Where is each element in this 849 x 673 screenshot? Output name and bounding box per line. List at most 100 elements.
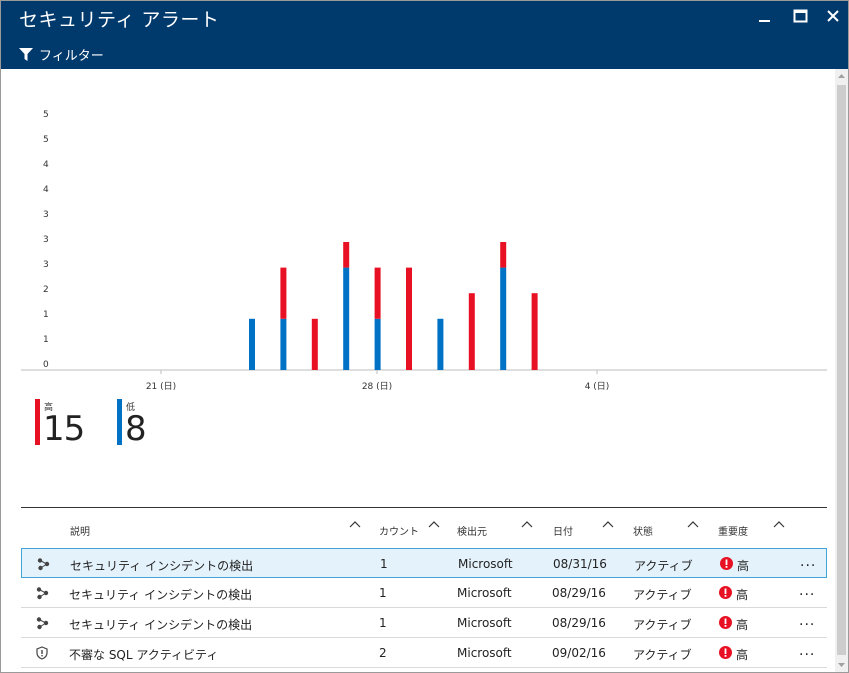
maximize-button[interactable] — [789, 5, 811, 27]
scroll-down-arrow-icon[interactable] — [835, 658, 848, 672]
incident-icon — [37, 558, 50, 571]
minimize-button[interactable] — [753, 5, 775, 27]
header-severity[interactable]: 重要度 — [718, 523, 748, 538]
bar-low — [280, 318, 287, 370]
row-description: セキュリティ インシデントの検出 — [69, 618, 253, 632]
row-date: 08/29/16 — [552, 586, 606, 600]
row-description: 不審な SQL アクティビティ — [69, 648, 219, 662]
bar-low — [249, 318, 255, 370]
table-row[interactable]: 不審な SQL アクティビティ 2 Microsoft 09/02/16 アクテ… — [21, 638, 827, 668]
sort-source-icon[interactable] — [521, 519, 533, 529]
header-description[interactable]: 説明 — [70, 523, 90, 538]
row-severity: 高 — [737, 559, 750, 573]
y-tick-label: 3 — [43, 235, 49, 245]
table-header: 説明 カウント 検出元 日付 状態 重要度 — [21, 508, 827, 548]
sort-severity-icon[interactable] — [773, 519, 785, 529]
row-severity: 高 — [736, 648, 749, 662]
row-date: 08/29/16 — [552, 616, 606, 630]
row-description: セキュリティ インシデントの検出 — [70, 559, 254, 573]
bar-high — [280, 267, 287, 319]
sort-description-icon[interactable] — [349, 519, 361, 529]
bar-low — [343, 267, 350, 370]
bar-high — [468, 293, 475, 370]
incident-icon — [36, 617, 49, 630]
sort-date-icon[interactable] — [602, 519, 614, 529]
y-tick-label: 2 — [43, 285, 49, 295]
minimize-icon — [759, 20, 770, 22]
security-alerts-blade: セキュリティ アラート フィルター 0 1 1 2 3 3 3 4 4 5 5 21 (日) 28 (日… — [0, 0, 849, 673]
row-state: アクティブ — [633, 618, 692, 632]
incident-icon — [36, 587, 49, 600]
summary-low-bar — [117, 399, 122, 445]
x-tick-label: 4 (日) — [585, 381, 610, 392]
bar-low — [437, 318, 444, 370]
filter-icon — [19, 48, 33, 61]
scroll-up-arrow-icon[interactable] — [835, 69, 848, 83]
maximize-icon — [793, 9, 808, 23]
row-date: 08/31/16 — [553, 557, 607, 571]
table-row[interactable]: セキュリティ インシデントの検出 1 Microsoft 08/31/16 アク… — [21, 548, 827, 578]
close-icon — [827, 10, 839, 22]
more-actions-button[interactable]: ... — [799, 613, 815, 629]
bar-high — [500, 242, 507, 268]
bar-high — [311, 318, 318, 370]
error-icon — [719, 586, 732, 599]
bar-high — [406, 267, 412, 370]
error-icon — [720, 557, 733, 570]
row-state: アクティブ — [634, 559, 693, 573]
row-count: 1 — [380, 557, 388, 571]
blade-title: セキュリティ アラート — [19, 9, 220, 31]
y-tick-label: 4 — [43, 160, 49, 170]
y-tick-label: 1 — [43, 310, 49, 320]
filter-label: フィルター — [39, 49, 104, 64]
bar-low — [374, 318, 381, 370]
filter-button[interactable]: フィルター — [19, 45, 104, 64]
more-actions-button[interactable]: ... — [800, 554, 816, 570]
title-bar: セキュリティ アラート フィルター — [1, 1, 848, 69]
row-state: アクティブ — [633, 588, 692, 602]
more-actions-button[interactable]: ... — [799, 643, 815, 659]
bar-high — [343, 242, 350, 268]
row-source: Microsoft — [458, 557, 513, 571]
error-icon — [719, 646, 732, 659]
row-count: 2 — [379, 646, 387, 660]
x-tick-label: 21 (日) — [146, 381, 176, 392]
vertical-scrollbar[interactable] — [835, 69, 848, 672]
bar-low — [500, 267, 507, 370]
alerts-chart: 0 1 1 2 3 3 3 4 4 5 5 21 (日) 28 (日) 4 (日) — [21, 110, 827, 392]
bar-high — [531, 293, 538, 370]
summary-low-count: 8 — [125, 409, 147, 449]
alerts-table: 説明 カウント 検出元 日付 状態 重要度 セキュリティ インシデントの検出 1… — [21, 507, 827, 668]
bar-high — [374, 267, 381, 319]
table-row[interactable]: セキュリティ インシデントの検出 1 Microsoft 08/29/16 アク… — [21, 578, 827, 608]
y-tick-label: 0 — [43, 360, 49, 370]
shield-icon — [36, 646, 48, 660]
table-row[interactable]: セキュリティ インシデントの検出 1 Microsoft 08/29/16 アク… — [21, 608, 827, 638]
scroll-thumb[interactable] — [837, 85, 846, 655]
header-date[interactable]: 日付 — [553, 523, 573, 538]
x-tick-label: 28 (日) — [362, 381, 392, 392]
sort-count-icon[interactable] — [428, 519, 440, 529]
row-count: 1 — [379, 616, 387, 630]
summary-high-bar — [35, 399, 40, 445]
error-icon — [719, 616, 732, 629]
y-tick-label: 3 — [43, 210, 49, 220]
summary-high-count: 15 — [43, 409, 85, 449]
header-source[interactable]: 検出元 — [457, 523, 487, 538]
row-date: 09/02/16 — [552, 646, 606, 660]
y-tick-label: 4 — [43, 185, 49, 195]
header-state[interactable]: 状態 — [633, 523, 653, 538]
sort-state-icon[interactable] — [687, 519, 699, 529]
y-tick-label: 5 — [43, 135, 49, 145]
header-count[interactable]: カウント — [379, 523, 419, 538]
more-actions-button[interactable]: ... — [799, 583, 815, 599]
y-tick-label: 3 — [43, 260, 49, 270]
row-description: セキュリティ インシデントの検出 — [69, 588, 253, 602]
row-source: Microsoft — [457, 646, 512, 660]
y-tick-label: 1 — [43, 335, 49, 345]
row-state: アクティブ — [633, 648, 692, 662]
row-source: Microsoft — [457, 586, 512, 600]
close-button[interactable] — [822, 5, 844, 27]
row-severity: 高 — [736, 588, 749, 602]
y-tick-label: 5 — [43, 110, 49, 120]
